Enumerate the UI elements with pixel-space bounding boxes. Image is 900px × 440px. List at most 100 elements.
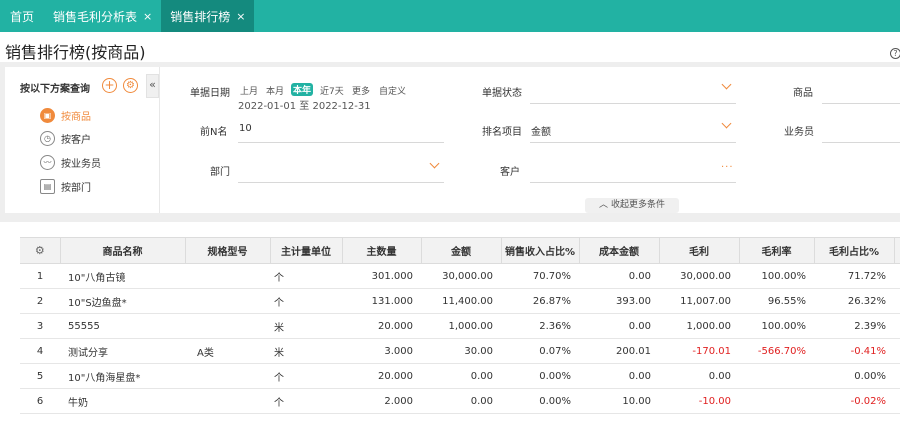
- salesman-label: 业务员: [784, 127, 814, 138]
- cell-profit-pct: 2.39%: [814, 313, 894, 339]
- cell-qty: 131.000: [342, 288, 421, 314]
- tab-sales-ranking[interactable]: 销售排行榜 ×: [161, 0, 255, 32]
- cell-revenue-pct: 0.00%: [501, 363, 579, 389]
- cell-profit-pct: -0.41%: [814, 338, 894, 364]
- cell-qty: 20.000: [342, 313, 421, 339]
- divider: [0, 213, 900, 222]
- cell-profit: -10.00: [659, 388, 739, 414]
- cell-profit: 0.00: [659, 363, 739, 389]
- table-row[interactable]: 5 10"八角海星盘* 个 20.000 0.00 0.00% 0.00 0.00 0.00%: [20, 363, 900, 389]
- salesman-input[interactable]: [822, 142, 900, 143]
- table-body: 1 10"八角古镜个 301.000 30,000.00 70.70% 0.00 30,00…: [20, 263, 900, 414]
- dept-underline: [238, 182, 444, 183]
- date-chip-this-month[interactable]: 本月: [264, 84, 286, 97]
- cell-amount: 11,400.00: [421, 288, 501, 314]
- chevron-down-icon[interactable]: [721, 79, 732, 90]
- date-range[interactable]: 2022-01-01 至 2022-12-31: [238, 97, 371, 112]
- cell-unit: 个: [270, 263, 342, 289]
- scheme-item-label: 按客户: [61, 135, 91, 146]
- table-row[interactable]: 1 10"八角古镜个 301.000 30,000.00 70.70% 0.00 30,00…: [20, 263, 900, 289]
- cell-spec: [185, 288, 270, 314]
- close-icon[interactable]: ×: [236, 10, 245, 23]
- more-options-icon[interactable]: ···: [721, 162, 734, 173]
- row-index: 4: [20, 338, 60, 364]
- chevron-down-icon[interactable]: [429, 158, 440, 169]
- row-index: 3: [20, 313, 60, 339]
- ranking-table: ⚙ 商品名称 规格型号 主计量单位 主数量 金额 销售收入占比% 成本金额 毛利…: [20, 237, 900, 414]
- cell-qty: 3.000: [342, 338, 421, 364]
- cell-unit: 个: [270, 288, 342, 314]
- cell-unit: 个: [270, 363, 342, 389]
- column-settings-icon[interactable]: ⚙: [20, 237, 61, 264]
- topn-input[interactable]: 10: [239, 123, 252, 134]
- date-chip-more[interactable]: 更多: [350, 84, 372, 97]
- cell-cost: 393.00: [579, 288, 659, 314]
- scheme-item-by-salesman[interactable]: 〰 按业务员: [40, 155, 101, 170]
- status-underline: [530, 103, 736, 104]
- cell-amount: 0.00: [421, 363, 501, 389]
- divider: [159, 67, 160, 213]
- scheme-item-by-dept[interactable]: ▤ 按部门: [40, 179, 91, 194]
- row-index: 1: [20, 263, 60, 289]
- cell-margin: 96.55%: [739, 288, 814, 314]
- column-header[interactable]: 规格型号: [185, 237, 271, 264]
- date-chip-last-month[interactable]: 上月: [238, 84, 260, 97]
- cell-cost: 10.00: [579, 388, 659, 414]
- column-header[interactable]: 金额: [421, 237, 502, 264]
- cell-profit: 1,000.00: [659, 313, 739, 339]
- column-header[interactable]: 销售收入占比%: [501, 237, 580, 264]
- rank-underline: [530, 142, 736, 143]
- cell-amount: 30.00: [421, 338, 501, 364]
- cell-profit-pct: -0.02%: [814, 388, 894, 414]
- column-header[interactable]: 毛利率: [739, 237, 815, 264]
- cell-spec: [185, 313, 270, 339]
- help-icon[interactable]: ?: [890, 48, 900, 59]
- tab-sales-ranking-label: 销售排行榜: [170, 9, 231, 24]
- rank-select[interactable]: 金额: [531, 123, 551, 138]
- cell-profit: 30,000.00: [659, 263, 739, 289]
- date-chip-last-7-days[interactable]: 近7天: [318, 84, 346, 97]
- collapse-more-conditions-button[interactable]: ︿ 收起更多条件: [585, 198, 679, 213]
- tab-home[interactable]: 首页: [0, 0, 44, 32]
- column-header-spacer: [894, 237, 900, 264]
- cell-profit: 11,007.00: [659, 288, 739, 314]
- tab-gross-profit-analysis[interactable]: 销售毛利分析表 ×: [44, 0, 161, 32]
- divider: [0, 62, 5, 222]
- date-chip-this-year[interactable]: 本年: [291, 83, 314, 96]
- cell-profit-pct: 26.32%: [814, 288, 894, 314]
- cell-qty: 20.000: [342, 363, 421, 389]
- scheme-item-by-customer[interactable]: ◷ 按客户: [40, 131, 91, 146]
- table-row[interactable]: 3 55555 米 20.000 1,000.00 2.36% 0.00 1,000.00 10…: [20, 313, 900, 339]
- collapse-panel-icon[interactable]: «: [146, 74, 159, 98]
- add-scheme-button[interactable]: +: [102, 78, 117, 93]
- chevron-down-icon[interactable]: [721, 118, 732, 129]
- scheme-item-label: 按业务员: [61, 159, 101, 170]
- table-row[interactable]: 6 牛奶 个 2.000 0.00 0.00% 10.00 -10.00 -0.02%: [20, 388, 900, 414]
- row-spacer: [894, 288, 900, 314]
- column-header[interactable]: 主数量: [342, 237, 422, 264]
- column-header[interactable]: 主计量单位: [270, 237, 343, 264]
- column-header[interactable]: 成本金额: [579, 237, 660, 264]
- rank-label: 排名项目: [482, 127, 522, 138]
- scheme-settings-icon[interactable]: ⚙: [123, 78, 138, 93]
- cell-unit: 个: [270, 388, 342, 414]
- cell-revenue-pct: 0.07%: [501, 338, 579, 364]
- cell-cost: 0.00: [579, 363, 659, 389]
- column-header[interactable]: 毛利: [659, 237, 740, 264]
- scheme-item-by-product[interactable]: ▣ 按商品: [40, 108, 91, 123]
- cell-cost: 0.00: [579, 313, 659, 339]
- column-header[interactable]: 商品名称: [60, 237, 186, 264]
- cell-amount: 1,000.00: [421, 313, 501, 339]
- product-label: 商品: [793, 88, 813, 99]
- cell-revenue-pct: 70.70%: [501, 263, 579, 289]
- cell-name: 测试分享: [60, 338, 185, 364]
- row-spacer: [894, 263, 900, 289]
- table-row[interactable]: 2 10"S边鱼盘* 个 131.000 11,400.00 26.87% 393.00 11…: [20, 288, 900, 314]
- table-header-row: ⚙ 商品名称 规格型号 主计量单位 主数量 金额 销售收入占比% 成本金额 毛利…: [20, 237, 900, 264]
- column-header[interactable]: 毛利占比%: [814, 237, 895, 264]
- date-chip-custom[interactable]: 自定义: [377, 84, 408, 97]
- close-icon[interactable]: ×: [143, 10, 152, 23]
- table-row[interactable]: 4 测试分享 A类米 3.000 30.00 0.07% 200.01 -170.01 -566…: [20, 338, 900, 364]
- status-label: 单据状态: [482, 88, 522, 99]
- product-input[interactable]: [822, 103, 900, 104]
